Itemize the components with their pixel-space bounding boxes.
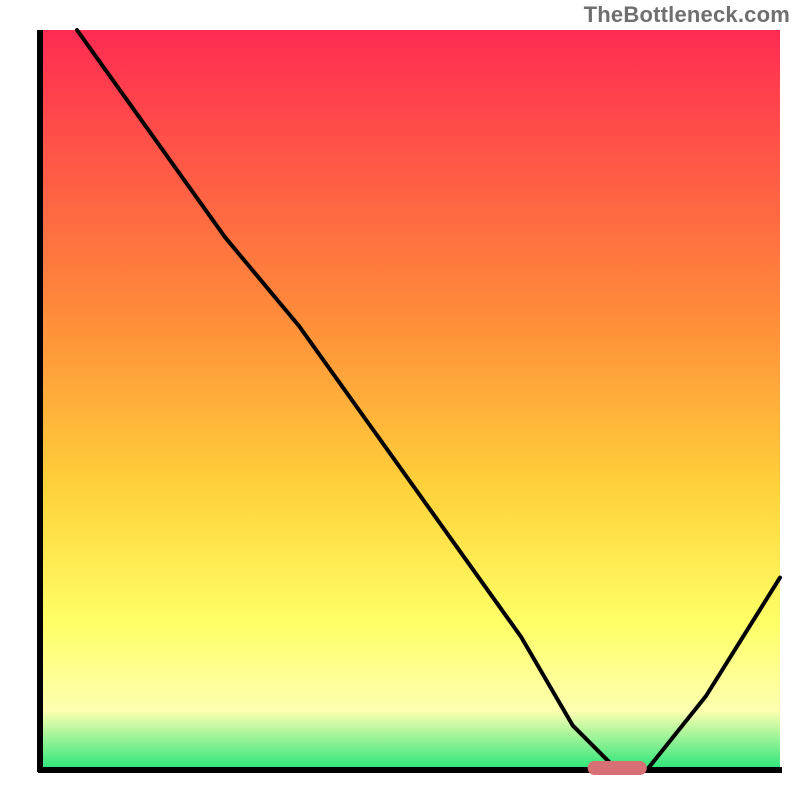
plot-background (40, 30, 780, 770)
bottleneck-chart (0, 0, 800, 800)
optimal-marker (588, 761, 647, 775)
chart-stage: TheBottleneck.com (0, 0, 800, 800)
